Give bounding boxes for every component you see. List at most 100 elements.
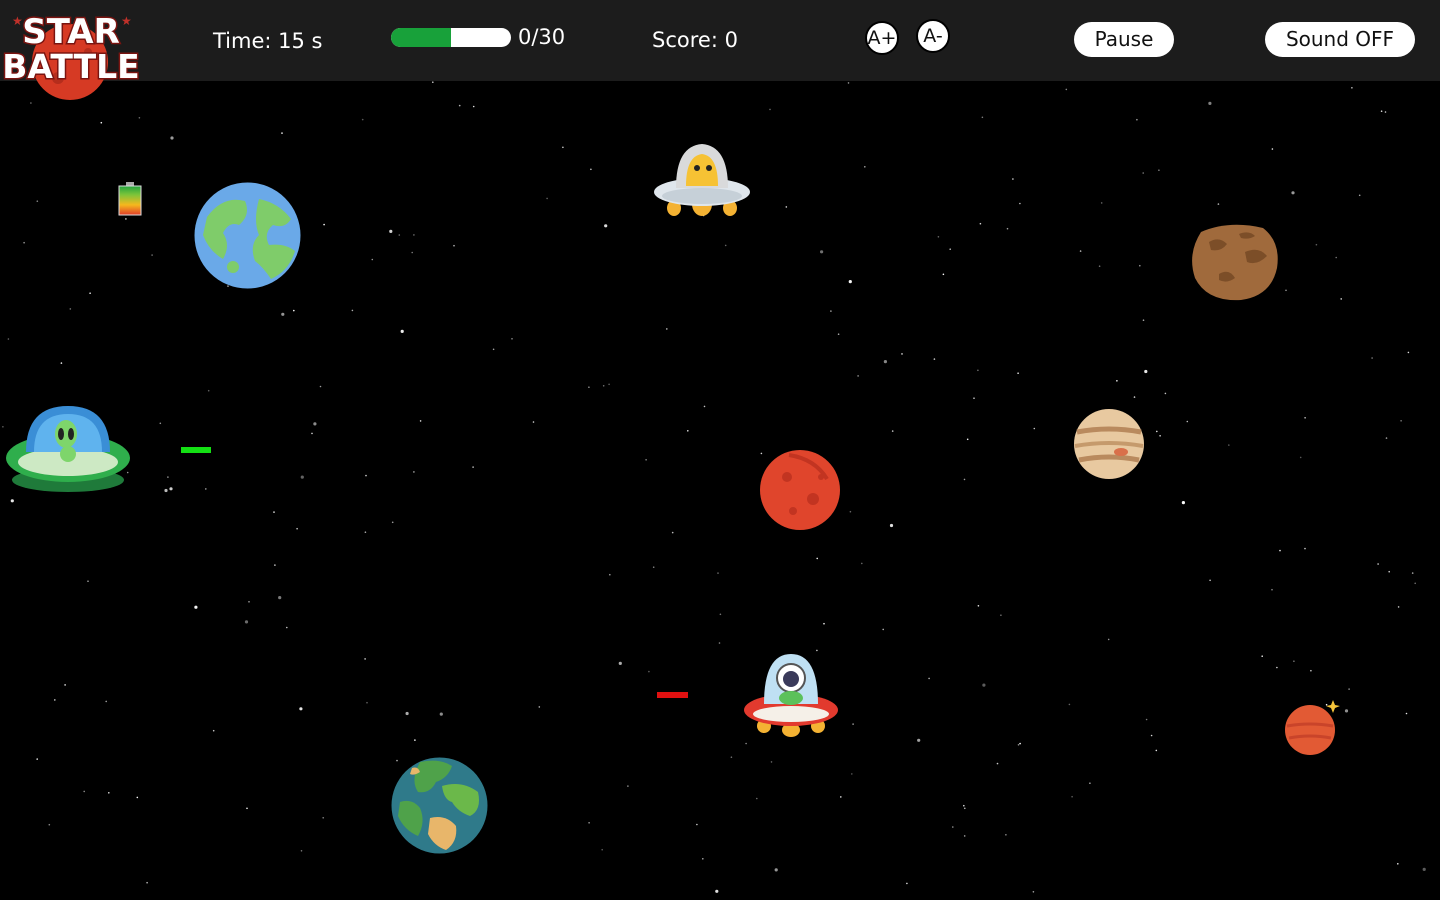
player-laser: [181, 447, 211, 453]
star: [851, 773, 853, 775]
star: [311, 432, 313, 435]
star: [937, 236, 940, 238]
star: [1186, 420, 1189, 423]
star: [979, 222, 982, 225]
star: [857, 375, 859, 377]
star: [849, 510, 852, 513]
star: [724, 244, 727, 247]
star: [413, 471, 415, 473]
star: [1155, 749, 1158, 752]
star: [546, 197, 548, 200]
star: [246, 807, 248, 810]
star: [273, 511, 275, 513]
star: [891, 430, 894, 432]
star: [769, 108, 771, 111]
star: [1315, 243, 1318, 246]
star: [1107, 638, 1110, 641]
star: [170, 136, 174, 140]
star: [942, 273, 945, 276]
star: [973, 397, 975, 400]
star: [212, 729, 215, 732]
star: [23, 241, 25, 244]
star: [996, 762, 999, 765]
star: [371, 258, 374, 261]
star: [1150, 734, 1153, 737]
star: [1291, 191, 1295, 195]
star: [472, 105, 475, 108]
star: [1405, 712, 1408, 715]
star: [1344, 709, 1349, 713]
sound-toggle-button[interactable]: Sound OFF: [1265, 22, 1415, 57]
star: [966, 438, 969, 441]
star: [861, 562, 863, 565]
star: [745, 742, 747, 745]
star: [1397, 606, 1400, 608]
star: [645, 459, 647, 461]
star: [1422, 867, 1426, 872]
star: [322, 817, 325, 819]
star: [351, 309, 354, 312]
star: [1142, 172, 1144, 174]
star: [848, 280, 852, 284]
star: [83, 790, 85, 793]
star: [1400, 420, 1402, 422]
star: [602, 385, 605, 387]
star: [1156, 430, 1158, 433]
star: [588, 822, 590, 824]
star: [1208, 101, 1212, 105]
star: [511, 338, 513, 340]
logo-star-icon: ★: [12, 14, 23, 28]
star: [1358, 194, 1361, 197]
star: [281, 132, 283, 134]
star: [601, 848, 603, 851]
logo-star-icon: ★: [121, 14, 132, 28]
star: [1304, 417, 1306, 419]
star: [1071, 795, 1073, 798]
star: [883, 360, 888, 364]
star: [1351, 87, 1353, 89]
star: [30, 102, 32, 104]
star: [928, 677, 930, 680]
star: [48, 823, 51, 826]
star: [366, 701, 368, 704]
star: [400, 329, 404, 333]
star: [702, 858, 704, 860]
star: [1089, 782, 1091, 784]
star: [296, 527, 298, 530]
star: [703, 405, 706, 408]
star: [840, 796, 842, 798]
star: [1012, 178, 1014, 180]
pause-button[interactable]: Pause: [1074, 22, 1174, 57]
star: [364, 658, 366, 660]
star: [411, 251, 414, 254]
star: [618, 661, 622, 666]
asteroid-icon: [1192, 224, 1278, 301]
star: [1005, 834, 1007, 836]
star: [906, 882, 908, 885]
star: [419, 420, 422, 422]
star: [1384, 111, 1387, 113]
font-increase-button[interactable]: A+: [865, 21, 899, 55]
green-alien-ufo-icon[interactable]: [4, 406, 132, 494]
star: [1310, 669, 1312, 672]
kill-progress-fill: [391, 28, 451, 47]
star: [10, 499, 14, 503]
star: [69, 308, 72, 310]
star: [538, 706, 541, 708]
star: [756, 797, 758, 800]
star: [816, 557, 818, 560]
star: [977, 605, 980, 607]
kill-progress-bar: [391, 28, 511, 47]
star: [205, 488, 207, 490]
star: [1159, 435, 1161, 437]
star: [627, 785, 629, 787]
star: [785, 206, 788, 208]
star: [300, 850, 303, 852]
star: [1271, 588, 1273, 591]
earth-globe-icon: [391, 757, 488, 854]
star: [300, 475, 304, 479]
star: [774, 868, 778, 872]
star: [319, 385, 322, 388]
font-decrease-button[interactable]: A-: [916, 19, 950, 53]
star: [313, 422, 317, 426]
